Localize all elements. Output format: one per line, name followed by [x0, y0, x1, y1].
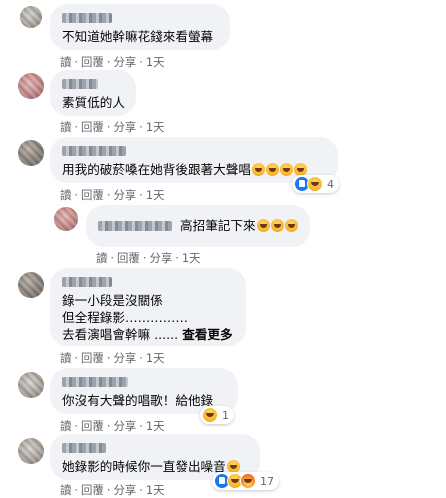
avatar[interactable]: [18, 272, 44, 298]
commenter-name-redacted[interactable]: [62, 277, 112, 287]
avatar[interactable]: [20, 6, 42, 28]
comment-actions: 讀 · 回覆 · 分享 · 1天: [60, 482, 165, 498]
commenter-name-redacted[interactable]: [62, 13, 112, 23]
comment-actions: 讀 · 回覆 · 分享 · 1天: [60, 187, 165, 203]
laughing-emoji-icon: [251, 163, 265, 176]
share-link[interactable]: 分享: [113, 482, 136, 498]
commenter-name-redacted[interactable]: [62, 146, 126, 156]
share-link[interactable]: 分享: [113, 119, 136, 135]
laughing-emoji-icon: [265, 163, 279, 176]
read-link[interactable]: 讀: [96, 250, 107, 266]
comment-text-line: 去看演唱會幹嘛 ...... 查看更多: [62, 327, 233, 342]
comment-text: 你沒有大聲的唱歌！給他錄: [62, 393, 214, 408]
comment-actions: 讀 · 回覆 · 分享 · 1天: [60, 119, 165, 135]
comment-text: 用我的破菸嗓在她背後跟著大聲唱: [62, 161, 326, 178]
read-link[interactable]: 讀: [60, 119, 71, 135]
laughing-emoji-icon: [284, 219, 298, 232]
commenter-name-redacted[interactable]: [62, 443, 106, 453]
reply-link[interactable]: 回覆: [81, 187, 104, 203]
share-link[interactable]: 分享: [113, 350, 136, 366]
timestamp[interactable]: 1天: [146, 187, 165, 203]
reply-content: 高招筆記下來: [98, 217, 298, 234]
avatar[interactable]: [18, 438, 44, 464]
share-link[interactable]: 分享: [149, 250, 172, 266]
reaction-count: 4: [327, 177, 334, 191]
comment-actions: 讀 · 回覆 · 分享 · 1天: [60, 350, 165, 366]
reaction-summary[interactable]: 4: [292, 175, 339, 193]
comment-text-line: 但全程錄影……………: [62, 310, 188, 325]
read-link[interactable]: 讀: [60, 187, 71, 203]
commenter-name-redacted[interactable]: [62, 79, 98, 89]
comment-text-line: 錄一小段是沒關係: [62, 293, 163, 308]
laughing-emoji-icon: [279, 163, 293, 176]
avatar[interactable]: [18, 140, 44, 166]
share-link[interactable]: 分享: [113, 418, 136, 434]
timestamp[interactable]: 1天: [146, 119, 165, 135]
reaction-summary[interactable]: 1: [200, 406, 234, 424]
commenter-name-redacted[interactable]: [62, 377, 128, 387]
avatar[interactable]: [18, 372, 44, 398]
avatar[interactable]: [18, 73, 44, 99]
share-link[interactable]: 分享: [113, 54, 136, 70]
see-more-link[interactable]: 查看更多: [182, 327, 232, 342]
read-link[interactable]: 讀: [60, 54, 71, 70]
comment-actions: 讀 · 回覆 · 分享 · 1天: [60, 54, 165, 70]
timestamp[interactable]: 1天: [146, 418, 165, 434]
haha-reaction-icon: [307, 176, 323, 192]
angry-reaction-icon: [240, 473, 256, 489]
comment-bubble: 素質低的人: [50, 70, 136, 116]
reply-link[interactable]: 回覆: [117, 250, 140, 266]
read-link[interactable]: 讀: [60, 350, 71, 366]
timestamp[interactable]: 1天: [146, 482, 165, 498]
reply-link[interactable]: 回覆: [81, 119, 104, 135]
reply-link[interactable]: 回覆: [81, 418, 104, 434]
laughing-emoji-icon: [270, 219, 284, 232]
comment-actions: 讀 · 回覆 · 分享 · 1天: [96, 250, 201, 266]
reply-link[interactable]: 回覆: [81, 350, 104, 366]
read-link[interactable]: 讀: [60, 418, 71, 434]
reaction-summary[interactable]: 17: [212, 472, 279, 490]
comment-text: 素質低的人: [62, 95, 125, 110]
reply-link[interactable]: 回覆: [81, 54, 104, 70]
share-link[interactable]: 分享: [113, 187, 136, 203]
reply-link[interactable]: 回覆: [81, 482, 104, 498]
comment-text: 高招筆記下來: [180, 217, 298, 234]
haha-reaction-icon: [202, 407, 218, 423]
reaction-count: 17: [260, 474, 274, 488]
timestamp[interactable]: 1天: [146, 54, 165, 70]
reaction-count: 1: [222, 408, 229, 422]
laughing-emoji-icon: [256, 219, 270, 232]
commenter-name-redacted[interactable]: [98, 220, 172, 231]
comment-text: 不知道她幹嘛花錢來看螢幕: [62, 29, 214, 44]
timestamp[interactable]: 1天: [146, 350, 165, 366]
comment-bubble: 高招筆記下來: [86, 205, 310, 247]
comment-actions: 讀 · 回覆 · 分享 · 1天: [60, 418, 165, 434]
avatar[interactable]: [54, 207, 78, 231]
read-link[interactable]: 讀: [60, 482, 71, 498]
timestamp[interactable]: 1天: [182, 250, 201, 266]
comment-bubble: 錄一小段是沒關係 但全程錄影…………… 去看演唱會幹嘛 ...... 查看更多: [50, 268, 246, 346]
comment-bubble: 不知道她幹嘛花錢來看螢幕: [50, 4, 230, 50]
